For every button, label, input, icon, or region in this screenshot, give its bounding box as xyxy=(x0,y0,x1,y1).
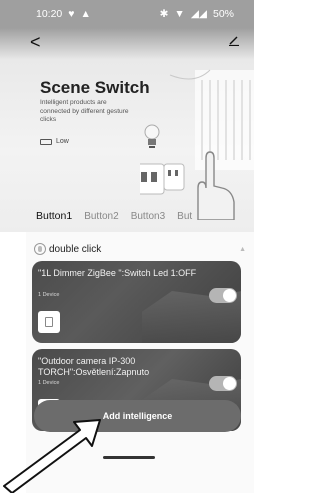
action-name: "Outdoor camera IP-300 TORCH":Osvětlení:… xyxy=(38,356,150,377)
status-bar: 10:20 ♥ ▲ ✱ ▼ ◢◢ 50% xyxy=(0,0,254,28)
battery-icon xyxy=(40,138,52,145)
collapse-icon[interactable]: ▲ xyxy=(239,246,246,253)
page-subtitle: Intelligent products are connected by di… xyxy=(40,99,129,124)
tab-button2[interactable]: Button2 xyxy=(84,211,118,222)
arrow-pointer-icon xyxy=(3,419,101,493)
dimmer-icon xyxy=(38,311,60,333)
tab-button4[interactable]: But xyxy=(177,211,192,222)
scene-illustration xyxy=(140,69,254,220)
battery-status: 50% xyxy=(212,8,234,20)
wifi-icon: ▼ xyxy=(174,8,185,20)
tab-button1[interactable]: Button1 xyxy=(36,210,72,222)
top-nav: < xyxy=(0,32,254,56)
status-time: 10:20 xyxy=(36,8,63,20)
signal-icon: ◢◢ xyxy=(190,8,207,20)
gesture-icon xyxy=(34,243,46,255)
device-count: 1 Device xyxy=(38,380,60,386)
notification-icon: ♥ xyxy=(68,8,75,20)
page-title: Scene Switch xyxy=(40,78,150,97)
edit-icon[interactable] xyxy=(228,34,240,49)
scene-hero: < Scene Switch Intelligent products are … xyxy=(0,0,254,232)
device-count: 1 Device xyxy=(38,292,60,298)
battery-label: Low xyxy=(56,138,69,145)
button-tabs: Button1 Button2 Button3 But xyxy=(0,205,254,227)
cloud-icon: ▲ xyxy=(80,8,91,20)
action-card[interactable]: "1L Dimmer ZigBee ":Switch Led 1:OFF 1 D… xyxy=(32,261,241,343)
bluetooth-icon: ✱ xyxy=(159,8,169,20)
home-indicator xyxy=(103,456,155,459)
action-toggle[interactable] xyxy=(209,376,237,391)
switch-device-icon xyxy=(140,163,185,195)
battery-badge: Low xyxy=(40,138,69,145)
trigger-row[interactable]: double click ▲ xyxy=(34,240,246,258)
trigger-label: double click xyxy=(49,243,102,255)
tab-button3[interactable]: Button3 xyxy=(131,211,165,222)
action-name: "1L Dimmer ZigBee ":Switch Led 1:OFF xyxy=(38,268,197,278)
back-icon[interactable]: < xyxy=(30,32,41,52)
action-toggle[interactable] xyxy=(209,288,237,303)
bulb-icon xyxy=(144,124,160,148)
